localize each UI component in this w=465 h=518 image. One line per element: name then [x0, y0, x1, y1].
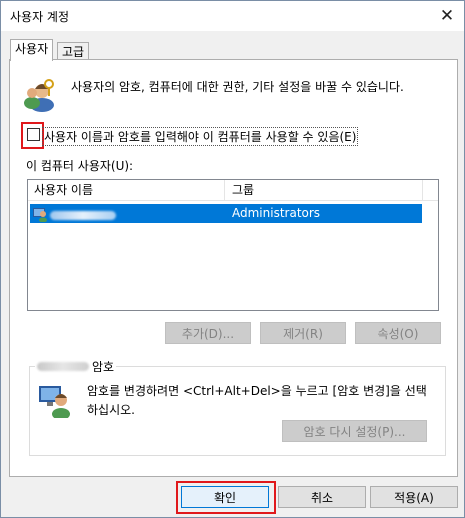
user-computer-icon	[39, 386, 70, 418]
users-listview[interactable]: 사용자 이름 그룹 Administrators	[27, 179, 439, 311]
window-title: 사용자 계정	[10, 10, 70, 24]
properties-button[interactable]: 속성(O)	[355, 322, 441, 344]
users-list-label: 이 컴퓨터 사용자(U):	[26, 159, 134, 173]
ok-button[interactable]: 확인	[181, 486, 269, 508]
password-group-title-text: 암호	[92, 360, 115, 374]
close-icon[interactable]: ✕	[430, 1, 464, 31]
title-bar: 사용자 계정 ✕	[1, 1, 464, 31]
password-change-text: 암호를 변경하려면 <Ctrl+Alt+Del>을 누르고 [암호 변경]을 선…	[87, 384, 427, 417]
blurred-username	[37, 362, 89, 371]
user-accounts-dialog: 사용자 계정 ✕ 사용자 고급 사용자의 암호, 컴퓨터에 대한 권한, 기타 …	[0, 0, 465, 518]
column-header-group[interactable]: 그룹	[226, 180, 422, 200]
users-keys-icon	[24, 79, 54, 112]
info-text: 사용자의 암호, 컴퓨터에 대한 권한, 기타 설정을 바꿀 수 있습니다.	[71, 80, 404, 94]
apply-button[interactable]: 적용(A)	[370, 486, 458, 508]
require-password-checkbox[interactable]	[27, 128, 40, 141]
reset-password-button[interactable]: 암호 다시 설정(P)...	[282, 420, 427, 442]
remove-user-button[interactable]: 제거(R)	[260, 322, 346, 344]
cancel-button[interactable]: 취소	[278, 486, 366, 508]
require-password-label[interactable]: 사용자 이름과 암호를 입력해야 이 컴퓨터를 사용할 수 있음(E)	[42, 127, 359, 146]
table-row[interactable]: Administrators	[30, 204, 422, 223]
user-icon	[33, 208, 47, 222]
column-divider[interactable]	[224, 180, 225, 200]
blurred-username	[50, 209, 119, 223]
tab-users[interactable]: 사용자	[10, 39, 54, 61]
column-divider[interactable]	[422, 180, 423, 200]
list-header: 사용자 이름 그룹	[28, 180, 438, 201]
column-header-username[interactable]: 사용자 이름	[28, 180, 224, 200]
password-group-title: 암호	[35, 358, 117, 375]
group-cell: Administrators	[232, 206, 321, 220]
add-user-button[interactable]: 추가(D)...	[165, 322, 251, 344]
